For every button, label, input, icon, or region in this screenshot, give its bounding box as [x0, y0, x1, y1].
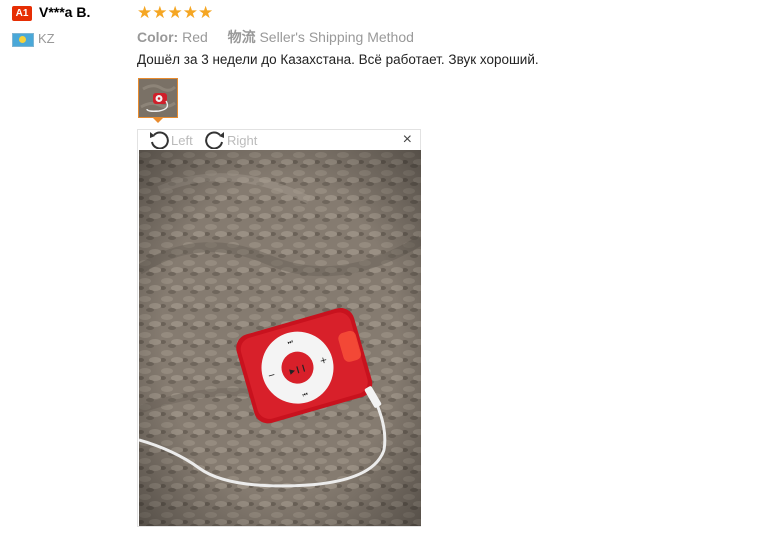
review-photo-thumbnail[interactable] — [138, 78, 178, 118]
rotate-right-button[interactable]: Right — [204, 130, 257, 150]
reviewer-name: V***a B. — [39, 4, 91, 20]
rotate-left-button[interactable]: Left — [148, 130, 193, 150]
color-label: Color: — [137, 29, 179, 45]
shipping-value: Seller's Shipping Method — [259, 29, 414, 45]
rotate-right-icon — [204, 129, 227, 152]
photo-viewer: Left Right × ▶❙❙ ⏭ ⏮ + − — [137, 129, 421, 527]
reviewer-country: KZ — [38, 31, 55, 46]
viewer-toolbar: Left Right × — [138, 130, 420, 150]
rotate-left-label: Left — [171, 132, 193, 148]
shipping-label: 物流 — [227, 29, 256, 45]
kz-flag-icon — [12, 33, 34, 47]
rotate-right-label: Right — [227, 132, 258, 148]
rotate-left-icon — [148, 129, 171, 152]
star-rating: ★★★★★ — [137, 3, 214, 22]
color-value: Red — [182, 29, 208, 45]
close-icon[interactable]: × — [403, 131, 412, 149]
reviewer-level-badge: A1 — [12, 6, 32, 21]
review-text: Дошёл за 3 недели до Казахстана. Всё раб… — [137, 52, 539, 67]
review-photo-large: ▶❙❙ ⏭ ⏮ + − — [139, 150, 421, 526]
review-attributes: Color: Red 物流 Seller's Shipping Method — [137, 27, 414, 47]
thumbnail-pointer — [152, 117, 164, 123]
